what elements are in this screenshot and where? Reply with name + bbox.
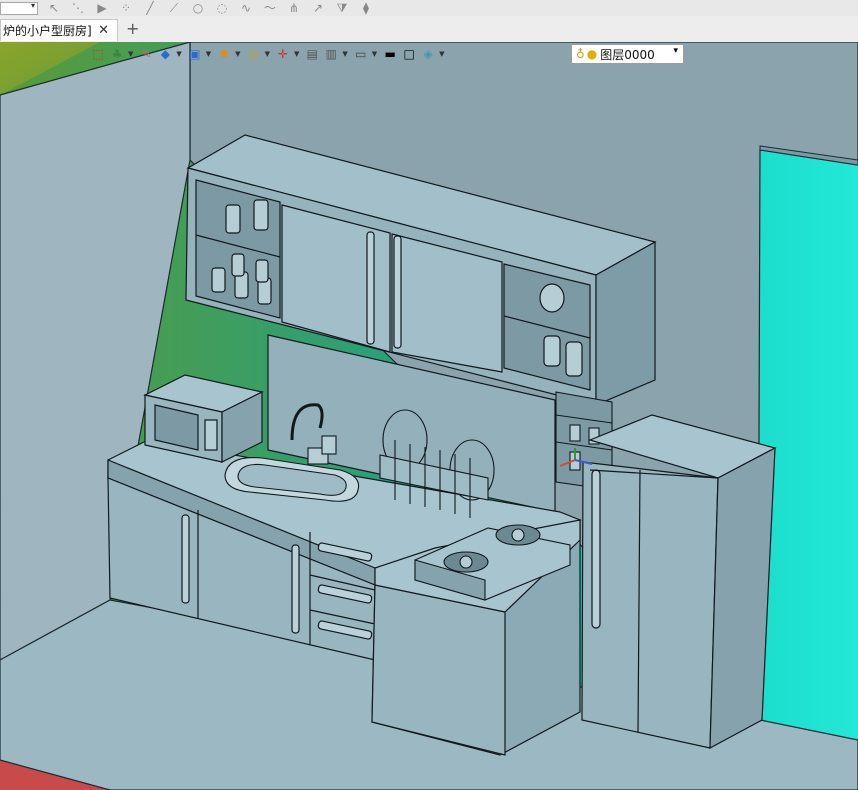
sketch-tool-icon[interactable]: ♣: [109, 46, 125, 62]
hatch-icon[interactable]: ⧫: [358, 2, 374, 14]
layer-name: 图层0000: [600, 47, 655, 62]
chevron-down-icon[interactable]: ▼: [342, 50, 347, 58]
sun-icon[interactable]: ●: [587, 47, 597, 61]
chevron-down-icon[interactable]: ▼: [176, 50, 181, 58]
refrigerator: [581, 414, 777, 750]
select-icon[interactable]: ↖: [46, 2, 62, 14]
chevron-down-icon[interactable]: ▼: [372, 50, 377, 58]
3d-viewport[interactable]: [0, 42, 858, 790]
layer-icon[interactable]: ◈: [420, 46, 436, 62]
stamp-icon[interactable]: ⧩: [334, 2, 350, 14]
render-mode-icon[interactable]: ▣: [187, 46, 203, 62]
document-tab[interactable]: 炉的小户型厨房] ✕: [0, 19, 118, 41]
tab-title: 炉的小户型厨房]: [3, 24, 92, 38]
line-color-icon[interactable]: ▬: [382, 46, 398, 62]
microwave: [143, 374, 264, 463]
monitor-icon[interactable]: ▭: [353, 46, 369, 62]
circle-icon[interactable]: ○: [190, 2, 206, 14]
document-tabbar: 炉的小户型厨房] ✕ +: [0, 16, 858, 43]
select-arrow-icon[interactable]: ⬚: [90, 46, 106, 62]
display-icon[interactable]: ▥: [323, 46, 339, 62]
chevron-down-icon[interactable]: ▼: [206, 50, 211, 58]
chevron-down-icon[interactable]: ▼: [128, 50, 133, 58]
fill-color-icon[interactable]: ✺: [216, 46, 232, 62]
play-icon[interactable]: ▶: [94, 2, 110, 14]
material-icon[interactable]: ◎: [246, 46, 262, 62]
layer-selector[interactable]: ♁ ● 图层0000 ▾: [571, 44, 684, 64]
line-icon[interactable]: ╱: [142, 2, 158, 14]
trim-icon[interactable]: ⋔: [286, 2, 302, 14]
dots-icon[interactable]: ⁘: [118, 2, 134, 14]
view-icon[interactable]: ▤: [304, 46, 320, 62]
chevron-down-icon[interactable]: ▾: [673, 46, 678, 56]
curve-icon[interactable]: 〜: [262, 2, 278, 14]
top-toolbar: ▾ ↖ ⋱ ▶ ⁘ ╱ ⟋ ○ ◌ ∿ 〜 ⋔ ↗ ⧩ ⧫: [0, 0, 858, 17]
bulb-icon[interactable]: ♁: [576, 47, 585, 61]
workspace-combo[interactable]: ▾: [0, 1, 38, 15]
arrow-icon[interactable]: ↗: [310, 2, 326, 14]
close-icon[interactable]: ✕: [98, 23, 109, 38]
chevron-down-icon[interactable]: ▼: [265, 50, 270, 58]
chevron-down-icon[interactable]: ▼: [235, 50, 240, 58]
render-toolbar: ⬚ ♣ ▼ ✎ ◆ ▼ ▣ ▼ ✺ ▼ ◎ ▼ ✛ ▼ ▤ ▥ ▼ ▭ ▼ ▬ □ ◈ ▼: [90, 44, 450, 64]
measure-icon[interactable]: ✎: [138, 46, 154, 62]
solid-box-icon[interactable]: ◆: [157, 46, 173, 62]
kitchen-scene: [0, 42, 858, 790]
arc-icon[interactable]: ◌: [214, 2, 230, 14]
polyline-icon[interactable]: ⟋: [166, 2, 182, 14]
chevron-down-icon[interactable]: ▼: [294, 50, 299, 58]
spline-icon[interactable]: ∿: [238, 2, 254, 14]
point-icon[interactable]: ⋱: [70, 2, 86, 14]
chevron-down-icon[interactable]: ▼: [439, 50, 444, 58]
new-tab-button[interactable]: +: [126, 19, 139, 38]
face-color-icon[interactable]: □: [401, 46, 417, 62]
origin-axis-icon[interactable]: ✛: [275, 46, 291, 62]
